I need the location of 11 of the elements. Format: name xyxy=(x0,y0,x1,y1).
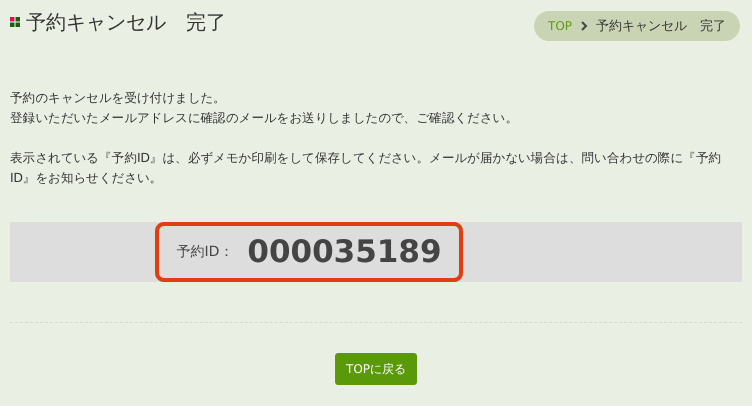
breadcrumb-current: 予約キャンセル 完了 xyxy=(596,18,726,35)
top-button[interactable]: TOPに戻る xyxy=(334,353,417,385)
chevron-icon xyxy=(580,21,588,31)
page-title: 予約キャンセル 完了 xyxy=(26,9,226,36)
squares-icon xyxy=(10,17,20,27)
message-text: 登録いただいたメールアドレスに確認のメールをお送りしましたので、ご確認ください。 xyxy=(10,109,520,127)
message-text: 予約のキャンセルを受け付けました。 xyxy=(10,89,227,107)
id-value: 000035189 xyxy=(247,234,442,270)
id-label: 予約ID： xyxy=(176,243,234,261)
message-text: 表示されている『予約ID』は、必ずメモか印刷をして保存してください。メールが届かない場合は、問い合わせの際に『予約ID』をお知らせください。 xyxy=(10,149,722,187)
breadcrumb-link[interactable]: TOP xyxy=(548,19,572,33)
